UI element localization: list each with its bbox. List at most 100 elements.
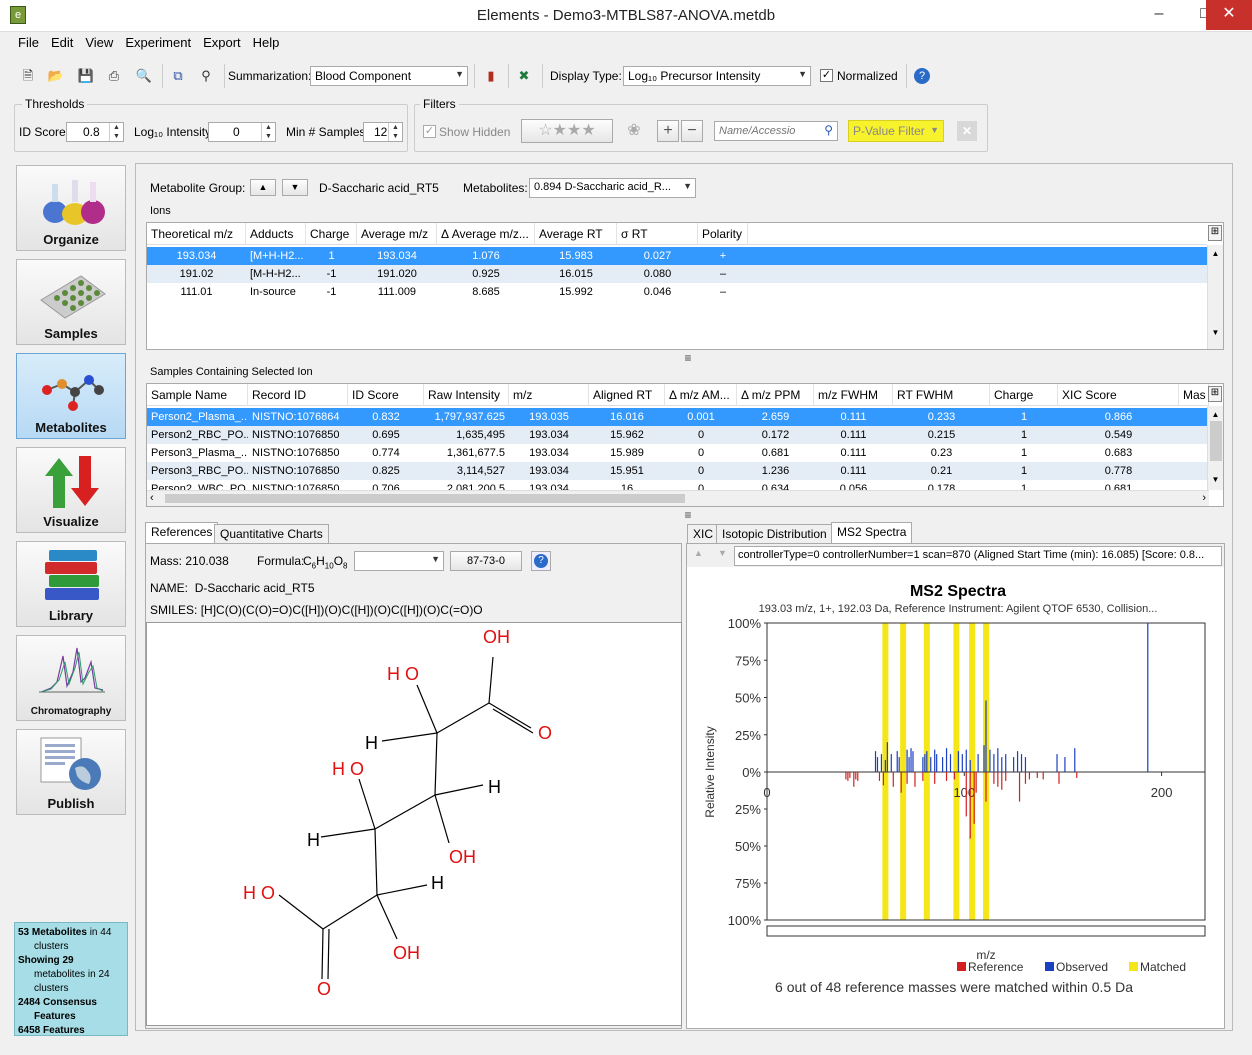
samples-hscrollbar[interactable]: ‹ ›	[147, 490, 1209, 506]
name-accession-search[interactable]: ⚲	[714, 121, 838, 141]
col-xic-score[interactable]: XIC Score	[1058, 384, 1179, 406]
save-icon[interactable]: 💾	[76, 66, 96, 86]
ions-scrollbar[interactable]: ▲ ▼	[1207, 245, 1223, 349]
menu-edit[interactable]: Edit	[45, 32, 79, 53]
cas-number-button[interactable]: 87-73-0	[450, 551, 522, 571]
sidebar-item-publish[interactable]: Publish	[16, 729, 126, 815]
col-rt-fwhm[interactable]: RT FWHM	[893, 384, 990, 406]
table-row[interactable]: 191.02 [M-H-H2... -1 191.020 0.925 16.015 0.08…	[147, 265, 1207, 283]
menu-file[interactable]: File	[12, 32, 45, 53]
sidebar-item-samples[interactable]: Samples	[16, 259, 126, 345]
column-chooser-icon[interactable]: ⊞	[1208, 386, 1222, 402]
normalized-checkbox[interactable]: ✓	[820, 69, 833, 82]
tab-xic[interactable]: XIC	[687, 524, 720, 543]
sidebar-item-label: Library	[48, 608, 94, 623]
splitter-handle[interactable]: ≡	[676, 509, 700, 521]
find-icon[interactable]: ⚲	[196, 66, 216, 86]
col-charge[interactable]: Charge	[990, 384, 1058, 406]
col-delta-mz-amu[interactable]: Δ m/z AM...	[665, 384, 737, 406]
metabolites-select[interactable]: 0.894 D-Saccharic acid_R... ▼	[529, 178, 696, 198]
col-raw-intensity[interactable]: Raw Intensity	[424, 384, 509, 406]
info-button[interactable]: ?	[531, 551, 551, 571]
splitter-handle[interactable]: ≡	[676, 352, 700, 364]
add-filter-button[interactable]: +	[657, 120, 679, 142]
tab-isotopic-distribution[interactable]: Isotopic Distribution	[716, 524, 833, 543]
min-samples-stepper[interactable]: 12 ▲ ▼	[363, 122, 403, 142]
column-chooser-icon[interactable]: ⊞	[1208, 225, 1222, 241]
menu-view[interactable]: View	[79, 32, 119, 53]
col-average-rt[interactable]: Average RT	[535, 223, 617, 245]
table-row[interactable]: 111.01 In-source -1 111.009 8.685 15.992 0.046…	[147, 283, 1207, 301]
col-sample-name[interactable]: Sample Name	[147, 384, 248, 406]
col-sigma-rt[interactable]: σ RT	[617, 223, 698, 245]
samples-scrollbar[interactable]: ▲ ▼	[1207, 406, 1223, 490]
help-icon[interactable]: ?	[914, 68, 930, 84]
table-cell: –	[719, 268, 727, 280]
remove-filter-button[interactable]: −	[681, 120, 703, 142]
group-down-button[interactable]: ▼	[282, 179, 308, 196]
col-delta-mz-ppm[interactable]: Δ m/z PPM	[737, 384, 814, 406]
next-scan-icon[interactable]: ▼	[718, 548, 727, 558]
table-cell: 0	[697, 465, 705, 477]
table-cell: 0	[697, 429, 705, 441]
minimize-button[interactable]: –	[1136, 0, 1182, 30]
col-mz[interactable]: m/z	[509, 384, 589, 406]
col-record-id[interactable]: Record ID	[248, 384, 348, 406]
col-aligned-rt[interactable]: Aligned RT	[589, 384, 665, 406]
id-score-stepper[interactable]: 0.8 ▲ ▼	[66, 122, 124, 142]
menu-help[interactable]: Help	[247, 32, 286, 53]
table-row[interactable]: 193.034 [M+H-H2... 1 193.034 1.076 15.983 0.02…	[147, 247, 1207, 265]
previous-scan-icon[interactable]: ▲	[694, 548, 703, 558]
col-polarity[interactable]: Polarity	[698, 223, 748, 245]
tab-references[interactable]: References	[145, 522, 219, 544]
menu-experiment[interactable]: Experiment	[119, 32, 197, 53]
sidebar-item-chromatography[interactable]: Chromatography	[16, 635, 126, 721]
clear-filter-icon[interactable]: ✕	[957, 121, 977, 141]
sidebar-item-organize[interactable]: Organize	[16, 165, 126, 251]
copy-icon[interactable]: ⧉	[168, 66, 188, 86]
table-row[interactable]: Person2_Plasma_... NISTNO:1076864 0.832 1,7…	[147, 408, 1207, 426]
display-type-select[interactable]: Log₁₀ Precursor Intensity ▼	[623, 66, 811, 86]
table-cell: Person3_RBC_PO...	[151, 465, 248, 477]
legend-reference: Reference	[968, 960, 1024, 974]
log-intensity-stepper[interactable]: 0 ▲ ▼	[208, 122, 276, 142]
col-mz-fwhm[interactable]: m/z FWHM	[814, 384, 893, 406]
scan-info-field[interactable]: controllerType=0 controllerNumber=1 scan…	[734, 546, 1222, 566]
new-file-icon[interactable]: 🗎	[18, 66, 38, 86]
pvalue-filter-dropdown[interactable]: P-Value Filter ▼	[848, 120, 944, 142]
tab-quantitative-charts[interactable]: Quantitative Charts	[214, 524, 329, 543]
col-adducts[interactable]: Adducts	[246, 223, 306, 245]
x-range-slider[interactable]	[766, 925, 1206, 937]
y-tick-label: 75%	[735, 653, 761, 668]
print-preview-icon[interactable]: 🔍	[134, 66, 154, 86]
table-row[interactable]: Person3_Plasma_... NISTNO:1076850 0.774 1,3…	[147, 444, 1207, 462]
group-up-button[interactable]: ▲	[250, 179, 276, 196]
col-charge[interactable]: Charge	[306, 223, 357, 245]
col-theoretical-mz[interactable]: Theoretical m/z	[147, 223, 246, 245]
legend-observed: Observed	[1056, 960, 1108, 974]
menu-export[interactable]: Export	[197, 32, 247, 53]
close-button[interactable]: ✕	[1206, 0, 1252, 30]
excel-export-icon[interactable]: ✖	[514, 66, 534, 86]
show-hidden-checkbox[interactable]: ✓	[423, 125, 436, 138]
open-folder-icon[interactable]: 📂	[46, 66, 66, 86]
col-average-mz[interactable]: Average m/z	[357, 223, 437, 245]
sidebar-item-visualize[interactable]: Visualize	[16, 447, 126, 533]
cluster-icon[interactable]: ❀	[624, 121, 644, 141]
star-rating-filter[interactable]: ☆★★★	[521, 119, 613, 143]
molecule-icon	[42, 375, 104, 411]
summarization-select[interactable]: Blood Component ▼	[310, 66, 468, 86]
bar-chart-icon[interactable]: ▮	[481, 66, 501, 86]
print-icon[interactable]: ⎙	[104, 66, 124, 86]
table-row[interactable]: Person3_RBC_PO... NISTNO:1076850 0.825 3,11…	[147, 462, 1207, 480]
sidebar-item-metabolites[interactable]: Metabolites	[16, 353, 126, 439]
col-delta-average-mz[interactable]: Δ Average m/z...	[437, 223, 535, 245]
col-mass[interactable]: Mas	[1179, 384, 1209, 406]
sidebar-item-library[interactable]: Library	[16, 541, 126, 627]
tab-ms2-spectra[interactable]: MS2 Spectra	[831, 522, 913, 544]
formula-select[interactable]: ▼	[354, 551, 444, 571]
col-id-score[interactable]: ID Score	[348, 384, 424, 406]
table-row[interactable]: Person2_RBC_PO... NISTNO:1076850 0.695 1,63…	[147, 426, 1207, 444]
search-input[interactable]	[715, 122, 815, 140]
table-cell: 0	[697, 447, 705, 459]
